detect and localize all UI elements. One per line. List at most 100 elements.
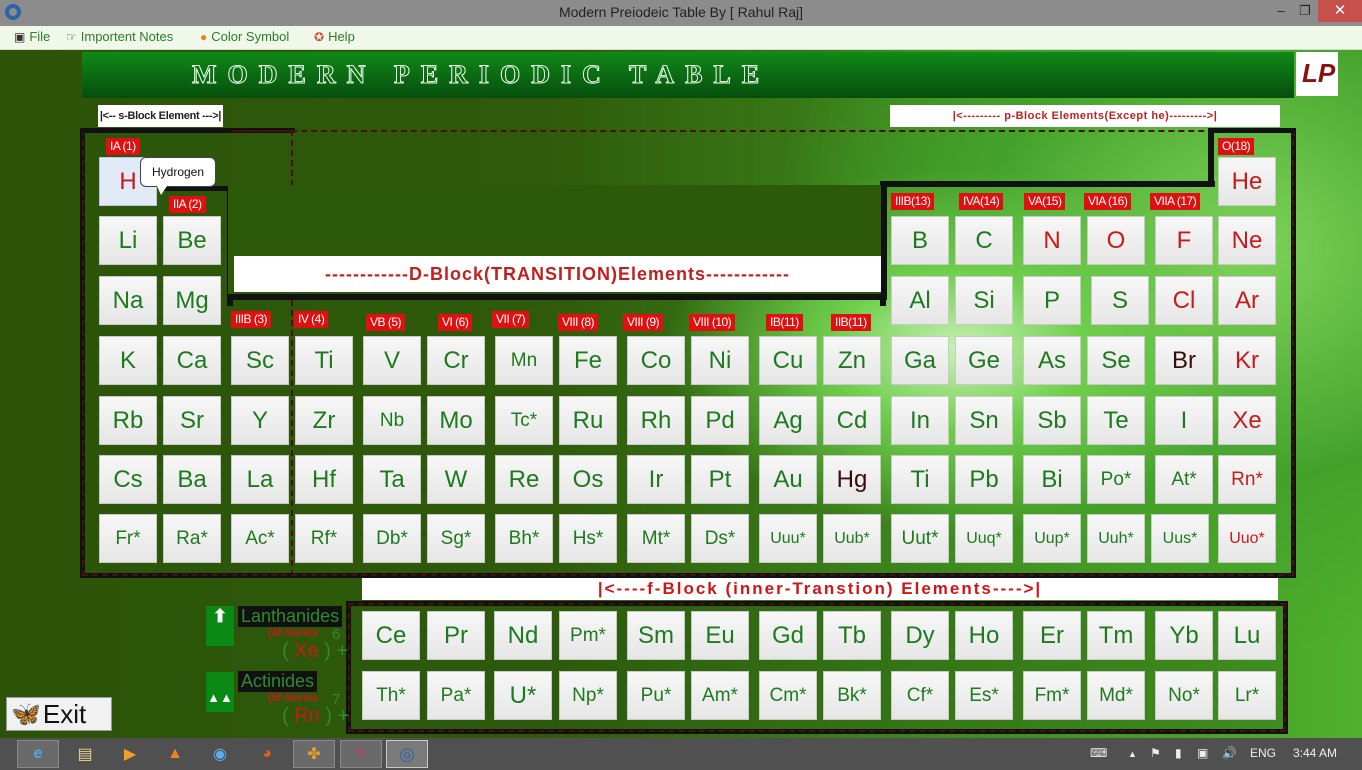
volume-icon[interactable]: 🔊 xyxy=(1222,746,1237,760)
element-Co[interactable]: Co xyxy=(627,336,685,385)
element-Te[interactable]: Te xyxy=(1087,396,1145,445)
lanthanides-toggle-button[interactable]: ⬆ xyxy=(206,606,234,646)
minimize-button[interactable]: – xyxy=(1268,0,1294,22)
element-Gd[interactable]: Gd xyxy=(759,611,817,660)
element-Ho[interactable]: Ho xyxy=(955,611,1013,660)
element-Zn[interactable]: Zn xyxy=(823,336,881,385)
element-Md[interactable]: Md* xyxy=(1087,671,1145,720)
element-C[interactable]: C xyxy=(955,216,1013,265)
taskbar-periodic-table-app[interactable]: ◎ xyxy=(386,740,428,768)
element-K[interactable]: K xyxy=(99,336,157,385)
element-I[interactable]: I xyxy=(1155,396,1213,445)
maximize-button[interactable]: ❐ xyxy=(1292,0,1318,22)
element-Ir[interactable]: Ir xyxy=(627,455,685,504)
element-Se[interactable]: Se xyxy=(1087,336,1145,385)
element-Os[interactable]: Os xyxy=(559,455,617,504)
element-Ar[interactable]: Ar xyxy=(1218,276,1276,325)
actinides-toggle-button[interactable]: ▲▲ xyxy=(206,672,234,712)
element-Uuu[interactable]: Uuu* xyxy=(759,514,817,563)
element-Si[interactable]: Si xyxy=(955,276,1013,325)
element-Lr[interactable]: Lr* xyxy=(1218,671,1276,720)
element-Ga[interactable]: Ga xyxy=(891,336,949,385)
menu-help[interactable]: ✪ Help xyxy=(314,29,355,44)
element-Sm[interactable]: Sm xyxy=(627,611,685,660)
menu-importent-notes[interactable]: ☞ Importent Notes xyxy=(66,29,173,44)
element-Ru[interactable]: Ru xyxy=(559,396,617,445)
element-Zr[interactable]: Zr xyxy=(295,396,353,445)
element-Ba[interactable]: Ba xyxy=(163,455,221,504)
element-S[interactable]: S xyxy=(1091,276,1149,325)
element-V[interactable]: V xyxy=(363,336,421,385)
element-Uuq[interactable]: Uuq* xyxy=(955,514,1013,563)
element-Rb[interactable]: Rb xyxy=(99,396,157,445)
element-Hs[interactable]: Hs* xyxy=(559,514,617,563)
element-Eu[interactable]: Eu xyxy=(691,611,749,660)
element-Hf[interactable]: Hf xyxy=(295,455,353,504)
element-Uus[interactable]: Uus* xyxy=(1151,514,1209,563)
taskbar-app-puzzle[interactable]: ✤ xyxy=(293,740,335,768)
element-Lu[interactable]: Lu xyxy=(1218,611,1276,660)
element-Rn[interactable]: Rn* xyxy=(1218,455,1276,504)
element-Ta[interactable]: Ta xyxy=(363,455,421,504)
element-Pu[interactable]: Pu* xyxy=(627,671,685,720)
element-U[interactable]: U* xyxy=(494,671,552,720)
taskbar-app-pen[interactable]: ✎ xyxy=(340,740,382,768)
taskbar-file-explorer[interactable]: ▤ xyxy=(64,740,106,768)
element-Au[interactable]: Au xyxy=(759,455,817,504)
element-Ra[interactable]: Ra* xyxy=(163,514,221,563)
element-Cl[interactable]: Cl xyxy=(1155,276,1213,325)
clock[interactable]: 3:44 AM xyxy=(1293,746,1337,760)
element-Ag[interactable]: Ag xyxy=(759,396,817,445)
element-Ca[interactable]: Ca xyxy=(163,336,221,385)
element-Rf[interactable]: Rf* xyxy=(295,514,353,563)
element-Cm[interactable]: Cm* xyxy=(759,671,817,720)
show-hidden-icons-chevron-up-icon[interactable]: ▲ xyxy=(1128,749,1137,759)
close-button[interactable]: ✕ xyxy=(1318,0,1362,22)
element-Tb[interactable]: Tb xyxy=(823,611,881,660)
element-Np[interactable]: Np* xyxy=(559,671,617,720)
element-Ti[interactable]: Ti xyxy=(295,336,353,385)
language-indicator[interactable]: ENG xyxy=(1250,746,1276,760)
element-Mn[interactable]: Mn xyxy=(495,336,553,385)
action-center-flag-icon[interactable]: ⚑ xyxy=(1150,746,1161,760)
element-Bh[interactable]: Bh* xyxy=(495,514,553,563)
taskbar-firefox[interactable]: ◕ xyxy=(246,740,288,768)
menu-color-symbol[interactable]: ● Color Symbol xyxy=(200,29,289,44)
element-O[interactable]: O xyxy=(1087,216,1145,265)
element-Nd[interactable]: Nd xyxy=(494,611,552,660)
taskbar-internet-explorer[interactable]: e xyxy=(17,740,59,768)
element-Fm[interactable]: Fm* xyxy=(1023,671,1081,720)
element-Po[interactable]: Po* xyxy=(1087,455,1145,504)
element-Uuh[interactable]: Uuh* xyxy=(1087,514,1145,563)
element-Kr[interactable]: Kr xyxy=(1218,336,1276,385)
element-Mg[interactable]: Mg xyxy=(163,276,221,325)
element-Cd[interactable]: Cd xyxy=(823,396,881,445)
exit-button[interactable]: 🦋 Exit xyxy=(6,697,112,731)
element-Cu[interactable]: Cu xyxy=(759,336,817,385)
element-Br[interactable]: Br xyxy=(1155,336,1213,385)
element-No[interactable]: No* xyxy=(1155,671,1213,720)
element-Hg[interactable]: Hg xyxy=(823,455,881,504)
element-Uub[interactable]: Uub* xyxy=(823,514,881,563)
element-Ne[interactable]: Ne xyxy=(1218,216,1276,265)
element-Uut[interactable]: Uut* xyxy=(891,514,949,563)
element-Pa[interactable]: Pa* xyxy=(427,671,485,720)
element-Sb[interactable]: Sb xyxy=(1023,396,1081,445)
element-Yb[interactable]: Yb xyxy=(1155,611,1213,660)
element-Be[interactable]: Be xyxy=(163,216,221,265)
element-Es[interactable]: Es* xyxy=(955,671,1013,720)
element-Uuo[interactable]: Uuo* xyxy=(1218,514,1276,563)
element-As[interactable]: As xyxy=(1023,336,1081,385)
element-Er[interactable]: Er xyxy=(1023,611,1081,660)
element-Pr[interactable]: Pr xyxy=(427,611,485,660)
element-Sn[interactable]: Sn xyxy=(955,396,1013,445)
element-Dy[interactable]: Dy xyxy=(891,611,949,660)
element-Cr[interactable]: Cr xyxy=(427,336,485,385)
element-Sc[interactable]: Sc xyxy=(231,336,289,385)
element-Pm[interactable]: Pm* xyxy=(559,611,617,660)
element-Cf[interactable]: Cf* xyxy=(891,671,949,720)
element-Li[interactable]: Li xyxy=(99,216,157,265)
element-Ds[interactable]: Ds* xyxy=(691,514,749,563)
element-Pt[interactable]: Pt xyxy=(691,455,749,504)
element-W[interactable]: W xyxy=(427,455,485,504)
